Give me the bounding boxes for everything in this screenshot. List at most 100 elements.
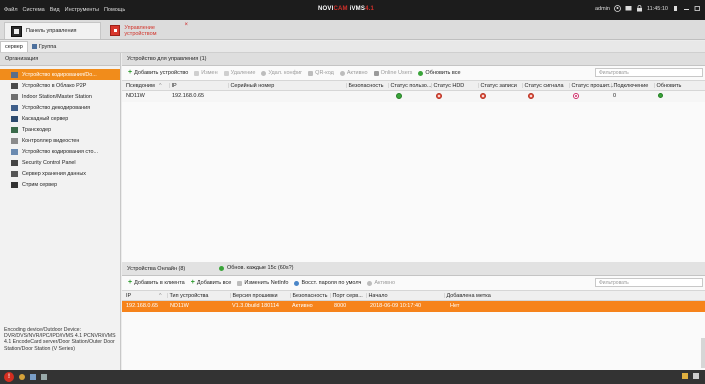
online-users-button[interactable]: Online Users: [373, 70, 413, 76]
col-ip[interactable]: IP: [126, 293, 131, 299]
activate-button[interactable]: Активно: [339, 70, 368, 76]
online-filter-input[interactable]: Фильтровать: [595, 278, 703, 287]
subtab-group[interactable]: Группа: [28, 41, 60, 52]
col-signal-status[interactable]: Статус сигнала: [522, 83, 563, 89]
signal-status-error-icon: [528, 93, 534, 99]
subtab-server[interactable]: сервер: [0, 41, 28, 52]
table-row[interactable]: ND11W 192.168.0.65 0: [122, 91, 705, 102]
managed-table-header: Псевдоним ^ IP Серийный номер Безопаснос…: [122, 80, 705, 91]
qr-code-button[interactable]: QR-код: [308, 70, 334, 76]
expand-icon[interactable]: [693, 373, 699, 379]
col-hdd-status[interactable]: Статус HDD: [431, 83, 464, 89]
add-to-client-button[interactable]: + Добавить в клиента: [128, 279, 185, 286]
device-type-list: Устройство кодирования/Do... Устройство …: [0, 66, 120, 190]
device-type-item[interactable]: Каскадный сервер: [0, 113, 120, 124]
main-tabbar: Панель управления Управление устройством…: [0, 20, 705, 40]
online-table-header: IP ^ Тип устройства Версия прошивки Безо…: [122, 290, 705, 301]
key-icon: [339, 70, 345, 76]
audio-icon[interactable]: [19, 374, 25, 380]
menubar: Файл Система Вид Инструменты Помощь NOVI…: [0, 0, 705, 20]
refresh-interval[interactable]: Обнов. каждые 15с (60s?): [219, 265, 294, 271]
edit-button[interactable]: Измен: [194, 70, 218, 76]
online-activate-button[interactable]: Активно: [367, 280, 395, 286]
device-type-item[interactable]: Устройство в Облако P2P: [0, 80, 120, 91]
col-firmware-status[interactable]: Статус прошит...: [569, 83, 613, 89]
device-type-item[interactable]: Устройство кодирования/Do...: [0, 69, 120, 80]
plus-icon: +: [128, 69, 133, 76]
close-tab-icon[interactable]: ×: [184, 22, 188, 28]
col-connection[interactable]: Подключение: [611, 83, 648, 89]
remote-config-button[interactable]: Удал. конфиг: [261, 70, 302, 76]
tab-device-management-label: Управление устройством: [124, 24, 157, 37]
alarm-list-icon[interactable]: [30, 374, 36, 380]
tab-control-panel[interactable]: Панель управления: [4, 22, 101, 39]
col-record-status[interactable]: Статус записи: [478, 83, 516, 89]
cell-ip: 192.168.0.65: [172, 93, 205, 99]
tab-device-management[interactable]: Управление устройством ×: [104, 22, 190, 39]
device-type-item[interactable]: Транскодер: [0, 124, 120, 135]
organization-header: Организация: [0, 53, 120, 66]
device-type-label: Каскадный сервер: [22, 115, 69, 122]
menu-items: Файл Система Вид Инструменты Помощь: [0, 7, 125, 13]
col-user-status[interactable]: Статус пользо...: [388, 83, 431, 89]
col-firmware[interactable]: Версия прошивки: [230, 293, 277, 299]
device-management-icon: [110, 25, 121, 36]
modify-netinfo-label: Изменить NetInfo: [244, 280, 289, 286]
reset-password-button[interactable]: Восст. пароля по умолч: [294, 280, 361, 286]
device-type-item[interactable]: Контроллер видеостен: [0, 135, 120, 146]
cell-connection: 0: [613, 93, 617, 99]
col-security[interactable]: Безопасность: [346, 83, 383, 89]
col-start[interactable]: Начало: [366, 293, 387, 299]
edit-label: Измен: [201, 70, 218, 76]
add-all-button[interactable]: + Добавить все: [191, 279, 232, 286]
device-type-item[interactable]: Indoor Station/Master Station: [0, 91, 120, 102]
refresh-all-button[interactable]: Обновить все: [418, 70, 461, 76]
upgrade-status-icon: [658, 93, 663, 98]
brand-part-d: 4.1: [365, 6, 375, 12]
device-type-item[interactable]: Стрим сервер: [0, 179, 120, 190]
menu-file[interactable]: Файл: [4, 7, 18, 13]
delete-button[interactable]: Удаление: [223, 70, 255, 76]
alarm-warning-icon[interactable]: !: [4, 372, 14, 382]
device-type-item[interactable]: Устройство декодирования: [0, 102, 120, 113]
minimize-icon[interactable]: [683, 5, 690, 12]
account-icon[interactable]: [614, 5, 621, 12]
screen-icon[interactable]: [625, 5, 632, 12]
col-server-port[interactable]: Порт серв...: [330, 293, 362, 299]
col-security[interactable]: Безопасность: [290, 293, 327, 299]
cell-device-type: ND11W: [170, 303, 189, 309]
col-serial[interactable]: Серийный номер: [228, 83, 274, 89]
device-type-item[interactable]: Устройство кодирования сто...: [0, 146, 120, 157]
lock-screen-icon[interactable]: [636, 5, 643, 12]
add-device-button[interactable]: + Добавить устройство: [128, 69, 188, 76]
table-row[interactable]: 192.168.0.65 ND11W V1.3.0build 180114 Ак…: [122, 301, 705, 312]
col-device-type[interactable]: Тип устройства: [167, 293, 208, 299]
event-icon[interactable]: [41, 374, 47, 380]
vertical-scrollbar[interactable]: [701, 338, 705, 368]
col-added[interactable]: Добавлена метка: [444, 293, 490, 299]
device-type-item[interactable]: Сервер хранения данных: [0, 168, 120, 179]
lock-icon[interactable]: [672, 5, 679, 12]
brand-part-b: CAM: [333, 6, 348, 12]
col-alias[interactable]: Псевдоним: [126, 83, 155, 89]
col-ip[interactable]: IP: [169, 83, 176, 89]
modify-netinfo-button[interactable]: Изменить NetInfo: [237, 280, 288, 286]
menu-system[interactable]: Система: [23, 7, 45, 13]
managed-filter-input[interactable]: Фильтровать: [595, 68, 703, 77]
status-bar-right: [682, 373, 699, 379]
cell-alias: ND11W: [126, 93, 145, 99]
pin-icon[interactable]: [682, 373, 688, 379]
restore-icon[interactable]: [694, 5, 701, 12]
menu-help[interactable]: Помощь: [104, 7, 125, 13]
device-type-label: Security Control Panel: [22, 159, 76, 166]
sort-asc-icon: ^: [159, 293, 162, 299]
user-name[interactable]: admin: [595, 6, 610, 12]
subtab-server-label: сервер: [5, 44, 23, 50]
menu-tools[interactable]: Инструменты: [65, 7, 99, 13]
menu-view[interactable]: Вид: [50, 7, 60, 13]
managed-toolbar: + Добавить устройство Измен Удаление Удал…: [122, 66, 705, 80]
security-panel-icon: [11, 159, 18, 166]
col-upgrade[interactable]: Обновить: [654, 83, 681, 89]
online-users-label: Online Users: [380, 70, 413, 76]
device-type-item[interactable]: Security Control Panel: [0, 157, 120, 168]
